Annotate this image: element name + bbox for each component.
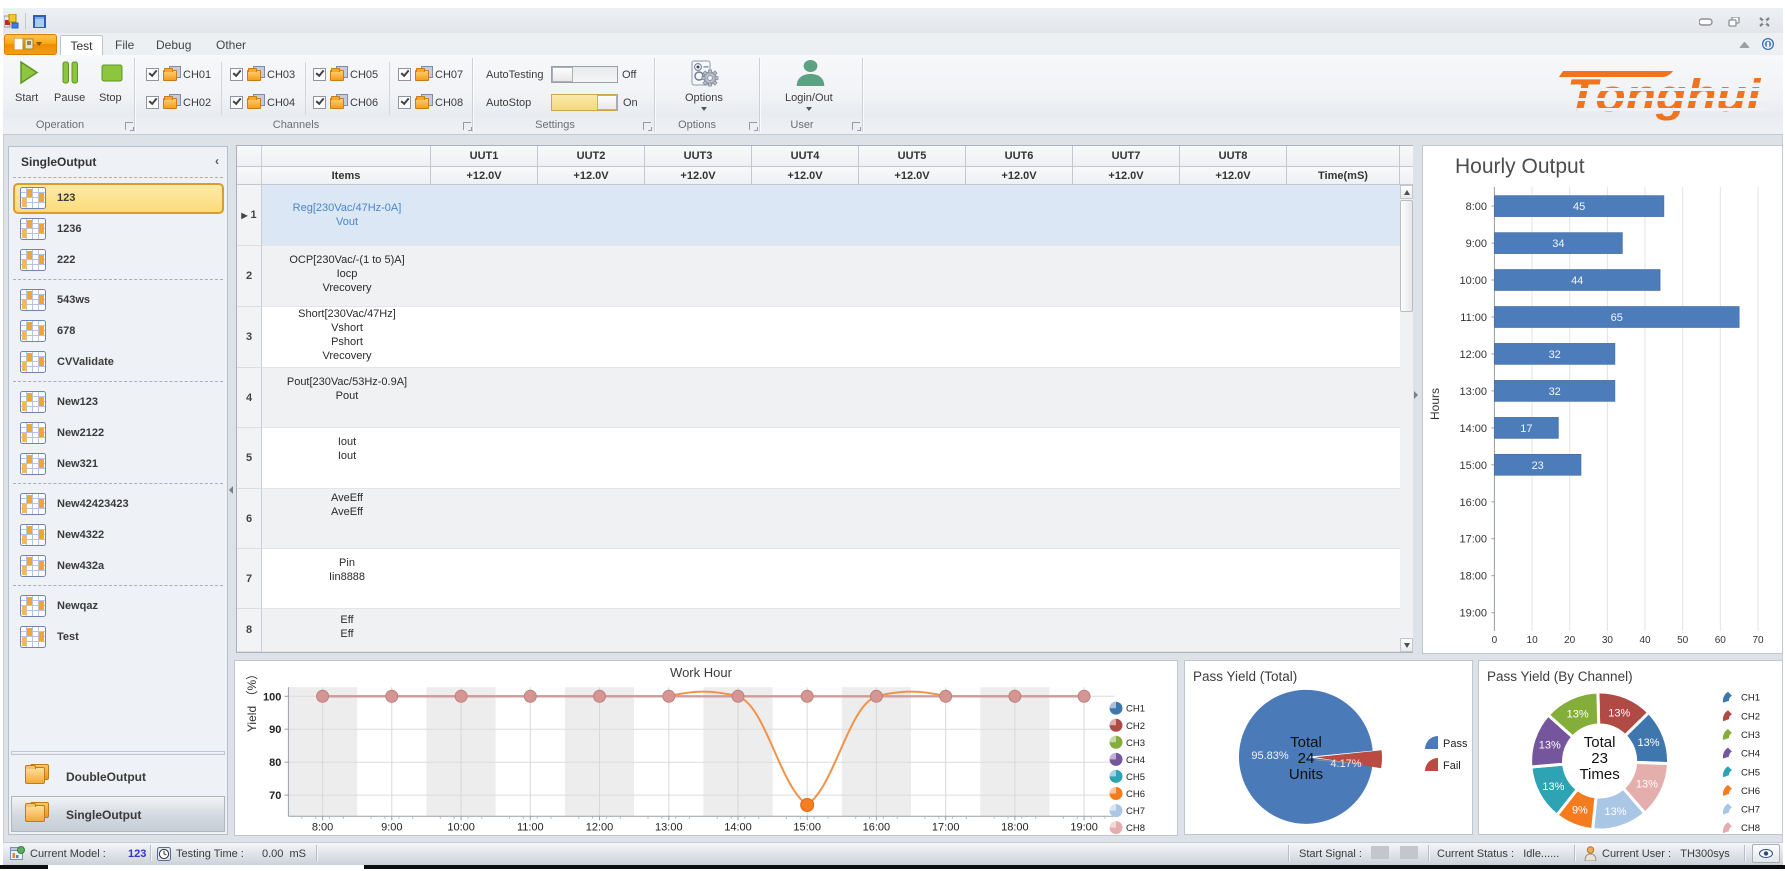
svg-text:CH3: CH3	[1741, 730, 1760, 741]
svg-text:13%: 13%	[1608, 707, 1630, 719]
svg-text:20: 20	[1564, 635, 1576, 646]
svg-text:CH1: CH1	[1741, 693, 1760, 704]
svg-text:13:00: 13:00	[655, 821, 683, 833]
svg-text:13%: 13%	[1542, 781, 1564, 793]
svg-text:14:00: 14:00	[724, 821, 752, 833]
svg-text:13:00: 13:00	[1459, 386, 1487, 398]
svg-text:Work Hour: Work Hour	[670, 665, 733, 680]
svg-text:90: 90	[269, 724, 281, 736]
svg-text:9%: 9%	[1572, 805, 1588, 817]
svg-text:50: 50	[1677, 635, 1689, 646]
svg-text:80: 80	[269, 757, 281, 769]
svg-text:34: 34	[1552, 238, 1564, 250]
svg-text:65: 65	[1611, 312, 1623, 324]
svg-text:0: 0	[1492, 635, 1498, 646]
svg-text:95.83%: 95.83%	[1251, 750, 1289, 762]
svg-text:13%: 13%	[1604, 806, 1626, 818]
svg-text:17:00: 17:00	[1459, 534, 1487, 546]
svg-text:CH1: CH1	[1126, 704, 1145, 715]
svg-text:70: 70	[1752, 635, 1764, 646]
svg-text:16:00: 16:00	[1459, 497, 1487, 509]
svg-text:23: 23	[1591, 750, 1608, 767]
svg-text:17:00: 17:00	[932, 821, 960, 833]
svg-text:Hours: Hours	[1428, 388, 1442, 420]
svg-text:13%: 13%	[1636, 779, 1658, 791]
svg-text:CH5: CH5	[1741, 767, 1760, 778]
svg-text:CH7: CH7	[1126, 806, 1145, 817]
svg-text:44: 44	[1571, 275, 1583, 287]
svg-text:CH3: CH3	[1126, 738, 1145, 749]
svg-text:CH4: CH4	[1126, 755, 1145, 766]
svg-text:Hourly Output: Hourly Output	[1455, 155, 1585, 178]
svg-text:19:00: 19:00	[1459, 608, 1487, 620]
svg-text:4.17%: 4.17%	[1330, 758, 1361, 770]
svg-text:9:00: 9:00	[381, 821, 402, 833]
svg-text:13%: 13%	[1539, 739, 1561, 751]
svg-text:CH6: CH6	[1741, 786, 1760, 797]
svg-text:Units: Units	[1289, 766, 1323, 783]
svg-text:11:00: 11:00	[1460, 312, 1487, 324]
svg-text:19:00: 19:00	[1070, 821, 1098, 833]
svg-text:18:00: 18:00	[1459, 571, 1487, 583]
svg-text:32: 32	[1549, 386, 1561, 398]
svg-text:Total: Total	[1290, 734, 1322, 751]
svg-text:8:00: 8:00	[1466, 201, 1487, 213]
svg-text:Pass: Pass	[1443, 738, 1468, 750]
svg-text:100: 100	[263, 691, 281, 703]
svg-text:CH6: CH6	[1126, 789, 1145, 800]
svg-text:32: 32	[1549, 349, 1561, 361]
svg-text:Times: Times	[1579, 766, 1619, 783]
svg-text:CH4: CH4	[1741, 749, 1760, 760]
svg-text:15:00: 15:00	[793, 821, 821, 833]
svg-text:23: 23	[1532, 460, 1544, 472]
svg-text:40: 40	[1639, 635, 1651, 646]
svg-text:16:00: 16:00	[863, 821, 891, 833]
svg-text:CH7: CH7	[1741, 805, 1760, 816]
svg-text:CH2: CH2	[1126, 721, 1145, 732]
svg-text:CH8: CH8	[1126, 823, 1145, 834]
svg-text:14:00: 14:00	[1459, 423, 1487, 435]
svg-text:10: 10	[1527, 635, 1539, 646]
svg-text:13%: 13%	[1637, 737, 1659, 749]
svg-text:CH2: CH2	[1741, 711, 1760, 722]
svg-text:Pass Yield (By Channel): Pass Yield (By Channel)	[1487, 669, 1633, 684]
svg-text:24: 24	[1298, 750, 1315, 767]
svg-text:CH8: CH8	[1741, 823, 1760, 834]
svg-text:Pass Yield (Total): Pass Yield (Total)	[1193, 669, 1297, 684]
svg-text:13%: 13%	[1567, 708, 1589, 720]
svg-text:12:00: 12:00	[1459, 349, 1487, 361]
svg-text:17: 17	[1520, 423, 1532, 435]
svg-text:12:00: 12:00	[586, 821, 614, 833]
svg-text:15:00: 15:00	[1459, 460, 1487, 472]
svg-text:10:00: 10:00	[1459, 275, 1487, 287]
svg-text:60: 60	[1715, 635, 1727, 646]
svg-text:30: 30	[1602, 635, 1614, 646]
svg-text:11:00: 11:00	[517, 821, 544, 833]
svg-text:8:00: 8:00	[312, 821, 333, 833]
svg-text:10:00: 10:00	[447, 821, 475, 833]
svg-text:45: 45	[1573, 201, 1585, 213]
svg-text:Fail: Fail	[1443, 760, 1461, 772]
svg-text:9:00: 9:00	[1466, 238, 1487, 250]
svg-text:18:00: 18:00	[1001, 821, 1029, 833]
svg-text:CH5: CH5	[1126, 772, 1145, 783]
svg-text:Total: Total	[1584, 734, 1616, 751]
svg-text:70: 70	[269, 790, 281, 802]
